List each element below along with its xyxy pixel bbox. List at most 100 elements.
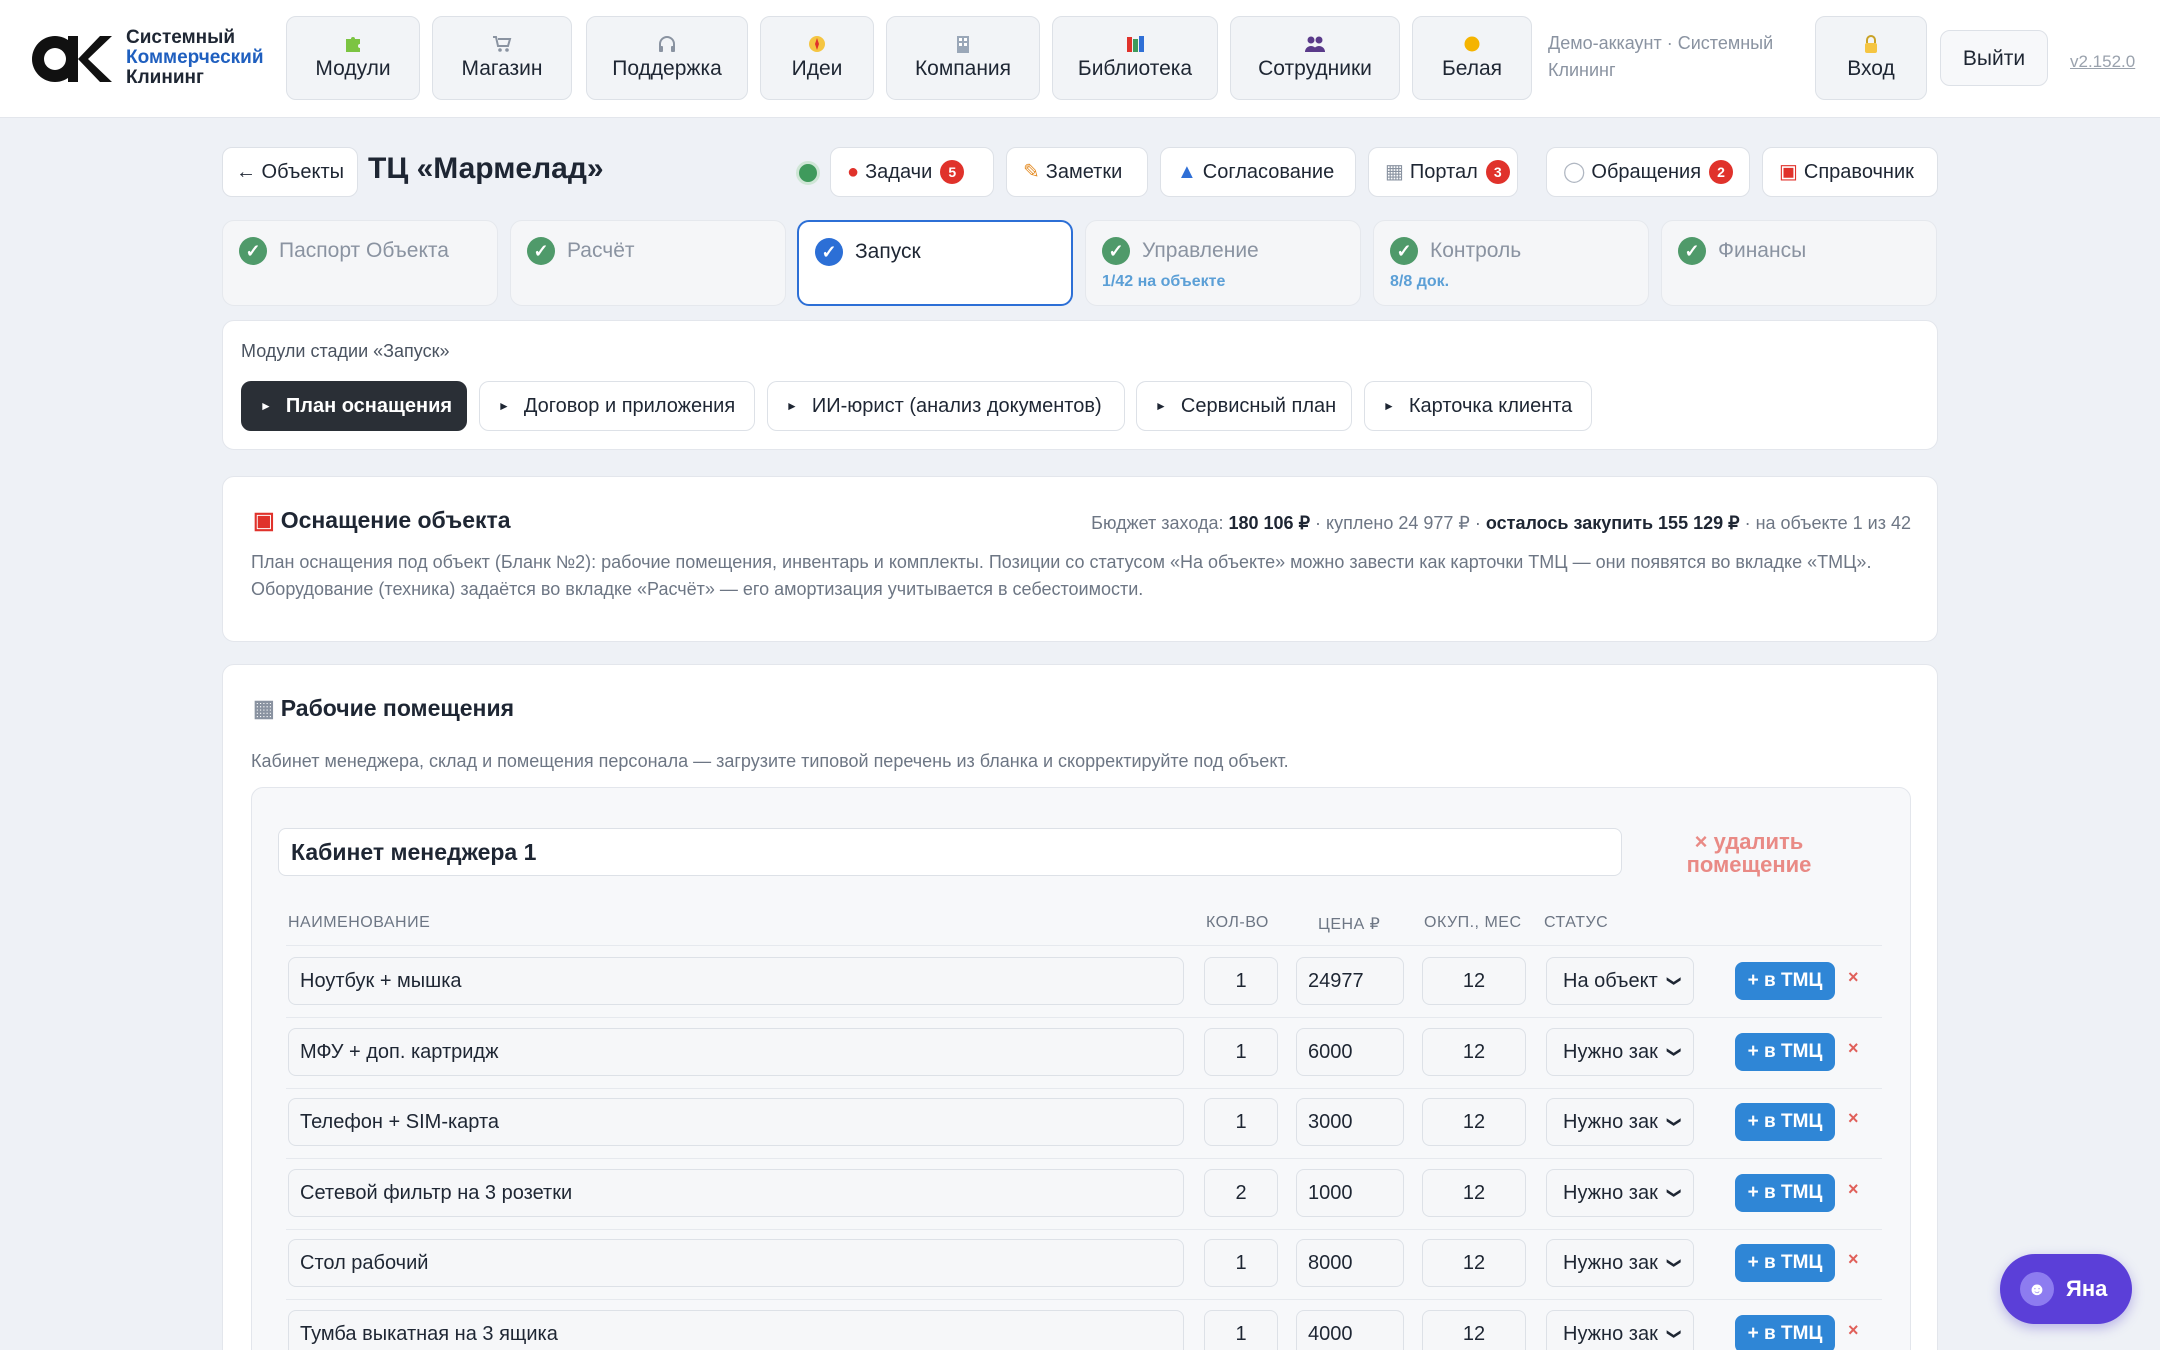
item-price-input[interactable]: 4000 [1296, 1309, 1404, 1350]
col-header-status: СТАТУС [1544, 914, 1609, 931]
logout-button[interactable]: Выйти [1940, 30, 2048, 86]
nav-ideas[interactable]: Идеи [760, 16, 874, 100]
notes-button[interactable]: ✎ Заметки [1006, 147, 1148, 197]
item-qty-input[interactable]: 1 [1204, 1098, 1278, 1146]
stage-calculation[interactable]: ✓ Расчёт [510, 220, 786, 306]
add-to-tmc-button[interactable]: + в ТМЦ [1735, 1314, 1835, 1350]
tasks-count-badge: 5 [940, 160, 965, 184]
stage-control[interactable]: ✓ Контроль 8/8 док. [1373, 220, 1649, 306]
stage-name: Расчёт [567, 239, 635, 262]
nav-library[interactable]: Библиотека [1052, 16, 1218, 100]
item-qty-input[interactable]: 1 [1204, 1239, 1278, 1287]
requests-button[interactable]: ◯ Обращения 2 [1546, 147, 1750, 197]
remove-item-icon[interactable]: × [1848, 1249, 1859, 1270]
item-status-select[interactable]: Нужно зак ❯ [1546, 1098, 1694, 1146]
logo-line-2: Коммерческий [126, 47, 264, 68]
item-status-select[interactable]: Нужно зак ❯ [1546, 1027, 1694, 1076]
item-qty-input[interactable]: 1 [1204, 1027, 1278, 1076]
item-price-input[interactable]: 6000 [1296, 1027, 1404, 1076]
chevron-down-icon: ❯ [1667, 975, 1684, 987]
portal-button[interactable]: ▦ Портал 3 [1368, 147, 1518, 197]
delete-room-button[interactable]: × удалить помещение [1664, 830, 1834, 876]
pin-icon: ● [847, 161, 860, 183]
reference-button[interactable]: ▣ Справочник [1762, 147, 1938, 197]
stage-name: Контроль [1430, 239, 1522, 262]
stage-passport[interactable]: ✓ Паспорт Объекта [222, 220, 498, 306]
module-client-card[interactable]: ► Карточка клиента [1364, 381, 1592, 431]
module-contract[interactable]: ► Договор и приложения [479, 381, 755, 431]
remove-item-icon[interactable]: × [1848, 1320, 1859, 1341]
item-status-select[interactable]: Нужно зак ❯ [1546, 1168, 1694, 1217]
stage-launch[interactable]: ✓ Запуск [797, 220, 1073, 306]
item-price-input[interactable]: 1000 [1296, 1168, 1404, 1217]
item-price-input[interactable]: 8000 [1296, 1239, 1404, 1287]
item-status-select[interactable]: Нужно зак ❯ [1546, 1239, 1694, 1287]
version-link[interactable]: v2.152.0 [2070, 52, 2135, 72]
remove-item-icon[interactable]: × [1848, 1108, 1859, 1129]
add-to-tmc-button[interactable]: + в ТМЦ [1735, 1032, 1835, 1071]
item-status-select[interactable]: Нужно зак ❯ [1546, 1309, 1694, 1350]
status-value: Нужно зак [1563, 1322, 1658, 1345]
status-value: На объект [1563, 970, 1658, 992]
nav-shop[interactable]: Магазин [432, 16, 572, 100]
company-logo[interactable]: Системный Коммерческий Клининг [30, 26, 270, 90]
add-to-tmc-button[interactable]: + в ТМЦ [1735, 1244, 1835, 1282]
remove-item-icon[interactable]: × [1848, 1179, 1859, 1200]
item-name-input[interactable]: Телефон + SIM-карта [288, 1098, 1184, 1146]
nav-support[interactable]: Поддержка [586, 16, 748, 100]
triangle-right-icon: ► [260, 399, 272, 413]
item-status-select[interactable]: На объект ❯ [1546, 957, 1694, 1005]
logo-line-1: Системный [126, 27, 236, 48]
item-payback-input[interactable]: 12 [1422, 957, 1526, 1005]
requests-label: Обращения [1591, 161, 1702, 183]
remaining-amount: осталось закупить 155 129 ₽ [1485, 513, 1740, 533]
check-icon: ✓ [1390, 237, 1418, 265]
check-icon: ✓ [1102, 237, 1130, 265]
login-button[interactable]: Вход [1815, 16, 1927, 100]
item-name-input[interactable]: Стол рабочий [288, 1239, 1184, 1287]
item-payback-input[interactable]: 12 [1422, 1309, 1526, 1350]
item-name-input[interactable]: Ноутбук + мышка [288, 957, 1184, 1005]
room-name-input[interactable]: Кабинет менеджера 1 [278, 828, 1622, 876]
check-icon: ✓ [239, 237, 267, 265]
chevron-down-icon: ❯ [1667, 1045, 1684, 1058]
remove-item-icon[interactable]: × [1848, 967, 1859, 988]
row-divider [286, 1017, 1882, 1018]
item-price-input[interactable]: 3000 [1296, 1098, 1404, 1146]
stage-finance[interactable]: ✓ Финансы [1661, 220, 1937, 306]
add-to-tmc-button[interactable]: + в ТМЦ [1735, 962, 1835, 1000]
remove-item-icon[interactable]: × [1848, 1038, 1859, 1059]
nav-modules[interactable]: Модули [286, 16, 420, 100]
back-to-objects-button[interactable]: ← Объекты [222, 147, 358, 197]
stamp-icon: ▲ [1177, 161, 1197, 183]
add-to-tmc-button[interactable]: + в ТМЦ [1735, 1103, 1835, 1141]
equipment-card: ▣ Оснащение объекта Бюджет захода: 180 10… [222, 476, 1938, 642]
item-qty-input[interactable]: 2 [1204, 1168, 1278, 1217]
approval-label: Согласование [1202, 161, 1335, 183]
item-name-input[interactable]: Сетевой фильтр на 3 розетки [288, 1168, 1184, 1217]
item-name-input[interactable]: МФУ + доп. картридж [288, 1027, 1184, 1076]
item-qty-input[interactable]: 1 [1204, 957, 1278, 1005]
item-qty-input[interactable]: 1 [1204, 1309, 1278, 1350]
module-equipment-plan[interactable]: ► План оснащения [241, 381, 467, 431]
item-payback-input[interactable]: 12 [1422, 1027, 1526, 1076]
login-label: Вход [1847, 57, 1895, 80]
nav-theme-light[interactable]: Белая [1412, 16, 1532, 100]
modules-title: Модули стадии «Запуск» [241, 341, 450, 361]
nav-employees[interactable]: Сотрудники [1230, 16, 1400, 100]
item-payback-input[interactable]: 12 [1422, 1168, 1526, 1217]
stage-management[interactable]: ✓ Управление 1/42 на объекте [1085, 220, 1361, 306]
approval-button[interactable]: ▲ Согласование [1160, 147, 1356, 197]
tasks-button[interactable]: ● Задачи 5 [830, 147, 994, 197]
item-payback-input[interactable]: 12 [1422, 1098, 1526, 1146]
module-ai-lawyer[interactable]: ► ИИ-юрист (анализ документов) [767, 381, 1125, 431]
triangle-right-icon: ► [786, 399, 798, 413]
assistant-button[interactable]: ☻ Яна [2000, 1254, 2132, 1324]
item-price-input[interactable]: 24977 [1296, 957, 1404, 1005]
item-name-input[interactable]: Тумба выкатная на 3 ящика [288, 1309, 1184, 1350]
nav-company[interactable]: Компания [886, 16, 1040, 100]
item-payback-input[interactable]: 12 [1422, 1239, 1526, 1287]
module-service-plan[interactable]: ► Сервисный план [1136, 381, 1352, 431]
row-divider [286, 1158, 1882, 1159]
add-to-tmc-button[interactable]: + в ТМЦ [1735, 1173, 1835, 1212]
